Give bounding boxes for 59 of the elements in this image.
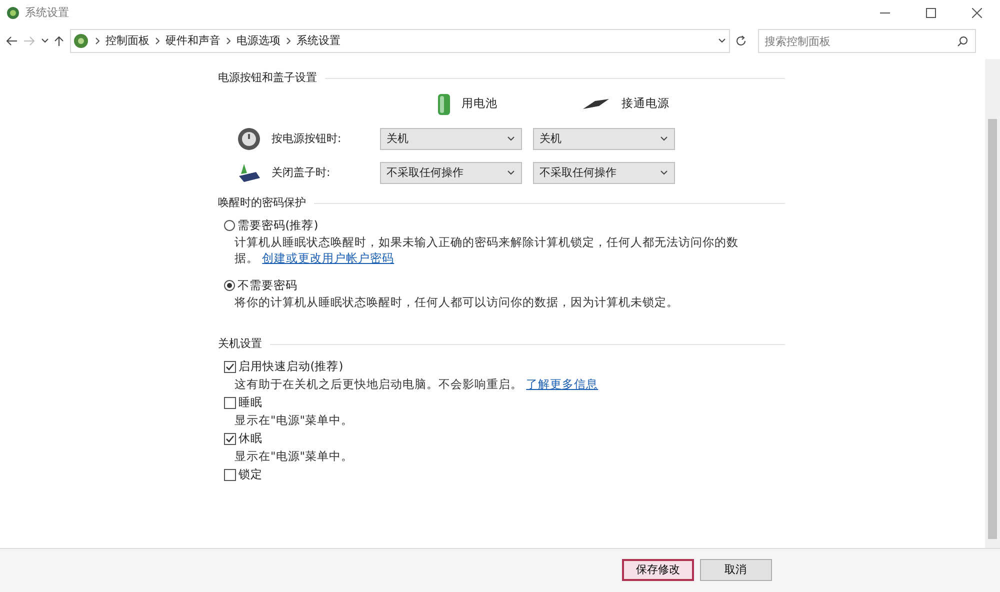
chevron-icon [94,37,100,45]
option-description: 显示在"电源"菜单中。 [234,448,354,464]
section-heading: 电源按钮和盖子设置 [218,70,317,86]
dropdown[interactable]: 不采取任何操作 [532,162,674,184]
power-button-icon [237,126,261,151]
dropdown-caret-icon[interactable] [718,38,726,44]
link[interactable]: 了解更多信息 [526,376,598,390]
caret-icon [506,170,514,176]
search-field[interactable]: 搜索控制面板 [758,29,976,53]
scrollbar-thumb[interactable] [988,118,997,539]
radio-button[interactable] [224,280,234,292]
option-description: 计算机从睡眠状态唤醒时，如果未输入正确的密码来解除计算机锁定，任何人都无法访问你的数据。 创建或更改用户帐户密码 [234,234,740,266]
close-icon [972,8,982,18]
chevron-icon [154,37,160,45]
option-description: 显示在"电源"菜单中。 [234,412,354,428]
checkbox[interactable] [224,468,236,481]
caret-icon [660,136,668,142]
link[interactable]: 创建或更改用户帐户密码 [262,251,394,265]
dropdown[interactable]: 关机 [380,128,522,150]
breadcrumb-link[interactable]: 电源选项 [236,32,280,50]
section-heading: 关机设置 [218,336,262,352]
option-label[interactable]: 启用快速启动(推荐) [238,358,344,376]
maximize-icon [926,8,936,18]
option-description: 这有助于在关机之后更快地启动电脑。不会影响重启。 了解更多信息 [234,376,600,392]
battery-icon [436,92,450,116]
row-label: 按电源按钮时: [272,130,342,146]
option-label[interactable]: 休眠 [238,430,262,448]
option-label[interactable]: 不需要密码 [237,277,298,294]
option-label[interactable]: 睡眠 [238,394,262,412]
option-description: 将你的计算机从睡眠状态唤醒时，任何人都可以访问你的数据，因为计算机未锁定。 [234,294,680,310]
search-icon [957,36,968,47]
window-title: 系统设置 [25,4,69,21]
breadcrumb-link[interactable]: 系统设置 [296,32,340,50]
radio-button[interactable] [224,220,234,231]
refresh-icon[interactable] [735,35,747,47]
checkbox[interactable] [224,432,236,445]
section-heading: 唤醒时的密码保护 [218,194,306,211]
breadcrumb-link[interactable]: 硬件和声音 [165,32,220,50]
column-label: 用电池 [462,95,498,112]
app-icon [6,6,20,20]
chevron-icon [226,37,231,45]
caret-icon [506,136,514,142]
row-label: 关闭盖子时: [272,164,332,180]
save-button[interactable]: 保存修改 [622,559,694,582]
cancel-button[interactable]: 取消 [700,559,772,582]
checkbox[interactable] [224,396,236,409]
breadcrumb-link[interactable]: 控制面板 [105,32,150,50]
option-label[interactable]: 需要密码(推荐) [237,216,318,234]
option-label[interactable]: 锁定 [238,466,262,484]
dropdown[interactable]: 不采取任何操作 [380,162,522,184]
back-icon[interactable] [6,36,18,46]
column-label: 接通电源 [622,95,670,112]
recent-pages-caret-icon[interactable] [40,38,48,44]
scrollbar[interactable] [985,58,1000,548]
dropdown[interactable]: 关机 [532,128,674,150]
checkbox[interactable] [224,360,236,373]
up-icon[interactable] [54,36,64,46]
caret-icon [660,170,668,176]
chevron-icon [286,37,291,45]
